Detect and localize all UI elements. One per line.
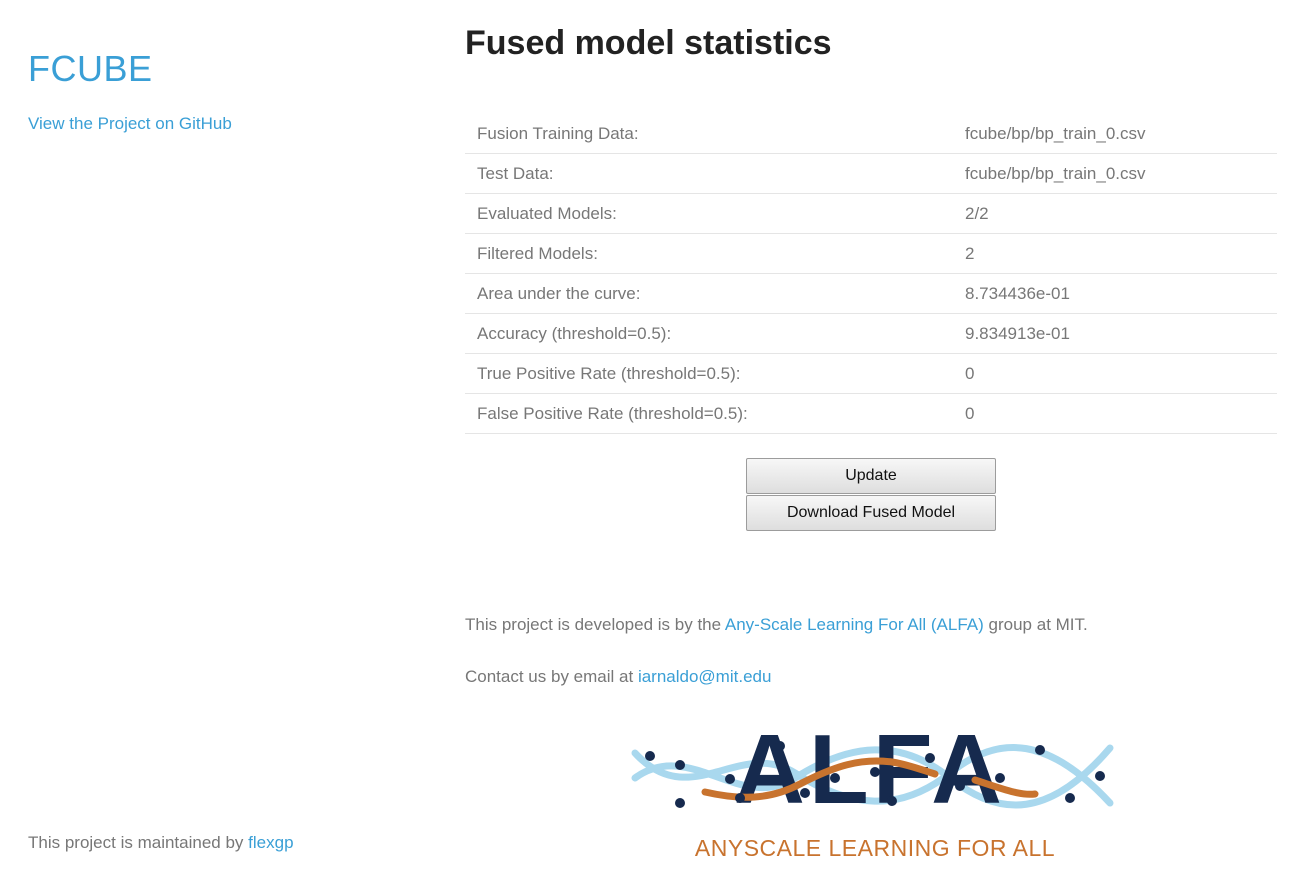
table-row: Accuracy (threshold=0.5): 9.834913e-01 xyxy=(465,313,1277,354)
contact-prefix: Contact us by email at xyxy=(465,667,634,686)
credit-prefix: This project is developed is by the xyxy=(465,615,722,634)
stat-label: False Positive Rate (threshold=0.5): xyxy=(465,393,953,434)
logo-word: ALFA xyxy=(734,718,1006,824)
table-row: Area under the curve: 8.734436e-01 xyxy=(465,273,1277,314)
stat-label: True Positive Rate (threshold=0.5): xyxy=(465,353,953,394)
stat-value: 9.834913e-01 xyxy=(953,313,1277,354)
stat-label: Area under the curve: xyxy=(465,273,953,314)
stat-value: 8.734436e-01 xyxy=(953,273,1277,314)
stat-value: 2/2 xyxy=(953,193,1277,234)
stat-value: fcube/bp/bp_train_0.csv xyxy=(953,153,1277,194)
table-row: True Positive Rate (threshold=0.5): 0 xyxy=(465,353,1277,394)
maintained-prefix: This project is maintained by xyxy=(28,833,244,852)
maintained-by-text: This project is maintained by flexgp xyxy=(28,833,294,853)
stat-label: Accuracy (threshold=0.5): xyxy=(465,313,953,354)
table-row: Test Data: fcube/bp/bp_train_0.csv xyxy=(465,153,1277,194)
alfa-logo: ALFA ANYSCALE LEARNING FOR ALL xyxy=(631,718,1114,861)
page-title: Fused model statistics xyxy=(465,24,832,62)
stat-value: 0 xyxy=(953,353,1277,394)
stat-label: Filtered Models: xyxy=(465,233,953,274)
table-row: Filtered Models: 2 xyxy=(465,233,1277,274)
stat-label: Test Data: xyxy=(465,153,953,194)
email-link[interactable]: iarnaldo@mit.edu xyxy=(638,667,772,686)
stat-value: 0 xyxy=(953,393,1277,434)
credit-text: This project is developed is by the Any-… xyxy=(465,615,1088,635)
stats-table: Fusion Training Data: fcube/bp/bp_train_… xyxy=(465,114,1277,434)
table-row: Evaluated Models: 2/2 xyxy=(465,193,1277,234)
alfa-link[interactable]: Any-Scale Learning For All (ALFA) xyxy=(725,615,984,634)
maintainer-link[interactable]: flexgp xyxy=(248,833,293,852)
credit-suffix: group at MIT. xyxy=(988,615,1088,634)
github-link[interactable]: View the Project on GitHub xyxy=(28,114,232,134)
stat-label: Evaluated Models: xyxy=(465,193,953,234)
logo-tagline: ANYSCALE LEARNING FOR ALL xyxy=(695,835,1055,861)
stat-label: Fusion Training Data: xyxy=(465,114,953,154)
site-title[interactable]: FCUBE xyxy=(28,48,153,90)
stat-value: 2 xyxy=(953,233,1277,274)
table-row: False Positive Rate (threshold=0.5): 0 xyxy=(465,393,1277,434)
update-button[interactable]: Update xyxy=(746,458,996,494)
contact-text: Contact us by email at iarnaldo@mit.edu xyxy=(465,667,771,687)
table-row: Fusion Training Data: fcube/bp/bp_train_… xyxy=(465,114,1277,154)
download-fused-model-button[interactable]: Download Fused Model xyxy=(746,495,996,531)
stat-value: fcube/bp/bp_train_0.csv xyxy=(953,114,1277,154)
